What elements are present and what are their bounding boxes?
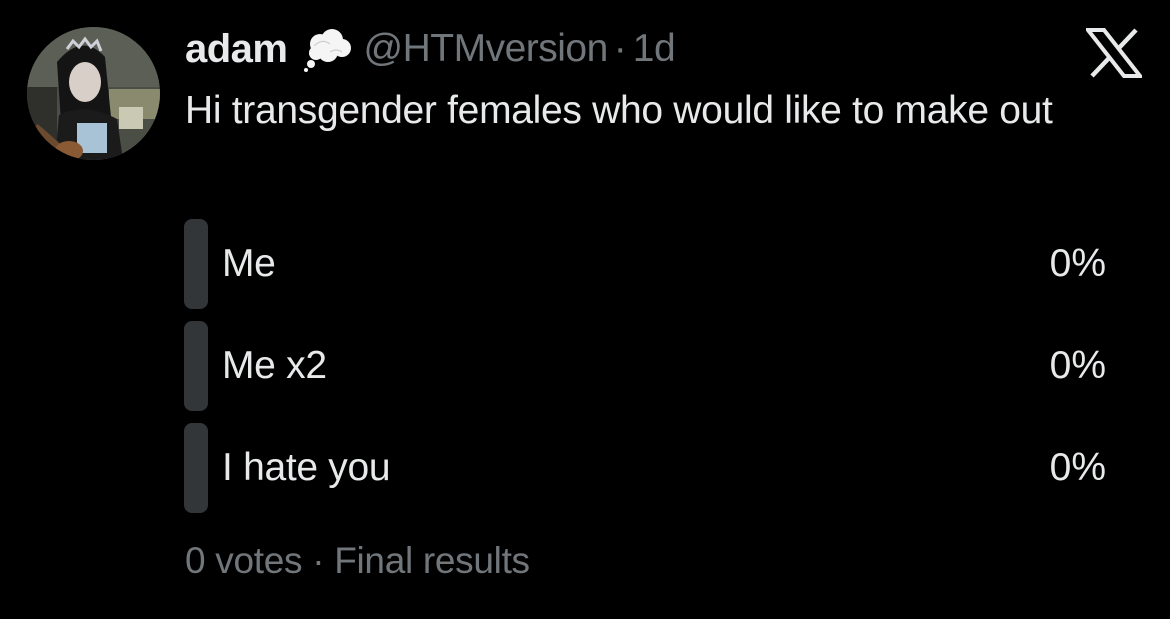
avatar[interactable]	[27, 27, 160, 160]
poll-option-percent: 0%	[1049, 446, 1106, 489]
timestamp[interactable]: 1d	[633, 27, 676, 71]
poll-option-percent: 0%	[1049, 242, 1106, 285]
user-handle[interactable]: @HTMversion	[364, 27, 609, 71]
poll-option: Me 0%	[184, 219, 1114, 309]
poll-option-label: Me x2	[222, 344, 327, 387]
poll-vote-count: 0 votes	[185, 540, 303, 581]
header-separator: ·	[613, 27, 627, 70]
poll-result-bar	[184, 423, 208, 513]
poll-option: I hate you 0%	[184, 423, 1114, 513]
tweet-header: adam @HTMversion · 1d	[185, 24, 676, 74]
x-logo-icon[interactable]	[1083, 28, 1145, 78]
poll-option: Me x2 0%	[184, 321, 1114, 411]
thought-balloon-icon	[302, 26, 354, 72]
poll-status: Final results	[334, 540, 530, 581]
avatar-image	[27, 27, 160, 160]
poll-footer: 0 votes · Final results	[185, 536, 530, 586]
poll-footer-separator: ·	[312, 540, 325, 581]
poll-option-percent: 0%	[1049, 344, 1106, 387]
tweet-text: Hi transgender females who would like to…	[185, 89, 1053, 132]
poll-result-bar	[184, 219, 208, 309]
poll-option-label: Me	[222, 242, 276, 285]
poll-result-bar	[184, 321, 208, 411]
poll-option-label: I hate you	[222, 446, 391, 489]
tweet-card: adam @HTMversion · 1d Hi transgender fem…	[0, 0, 1170, 619]
display-name[interactable]: adam	[185, 27, 288, 72]
poll: Me 0% Me x2 0% I hate you 0%	[184, 219, 1114, 525]
